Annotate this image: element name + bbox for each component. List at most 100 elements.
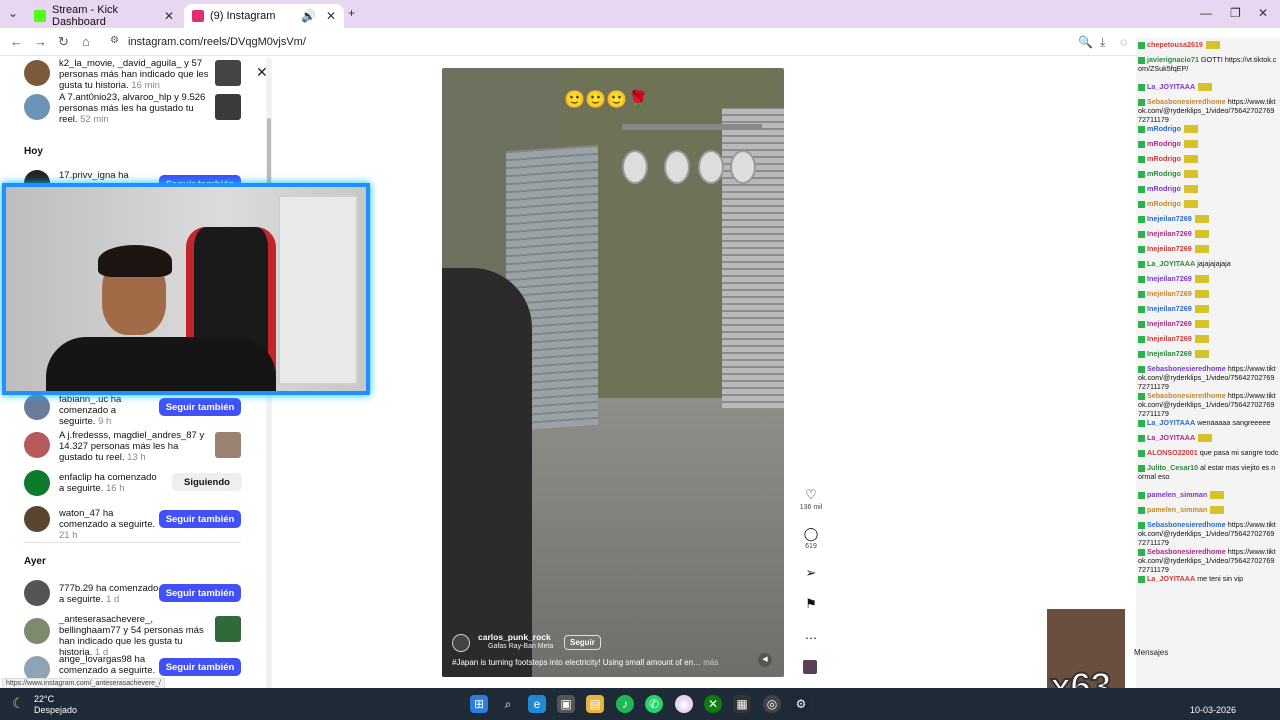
chat-username[interactable]: Julito_Cesar10 [1147, 463, 1198, 472]
mute-icon[interactable]: ◀ [758, 653, 772, 667]
close-tab-icon[interactable]: ✕ [164, 9, 174, 23]
following-button[interactable]: Siguiendo [172, 473, 242, 491]
chat-username[interactable]: Inejeilan7269 [1147, 214, 1192, 223]
reload-icon[interactable]: ↻ [58, 34, 69, 50]
tab-search-icon[interactable]: ⌄ [8, 6, 18, 20]
capture-icon[interactable]: ▦ [733, 695, 751, 713]
scrollbar-thumb[interactable] [267, 118, 271, 188]
list-item[interactable]: k2_la_movie, _david_aguila_ y 57 persona… [24, 58, 244, 91]
thumbnail[interactable] [215, 432, 241, 458]
list-item[interactable]: waton_47 ha comenzado a seguirte. 21 h S… [24, 506, 244, 541]
speaker-icon[interactable]: 🔊 [301, 9, 316, 23]
chat-username[interactable]: Sebasbonesieredhome [1147, 364, 1226, 373]
chat-username[interactable]: Inejeilan7269 [1147, 334, 1192, 343]
folder-icon[interactable]: ▤ [586, 695, 604, 713]
thumbnail[interactable] [215, 94, 241, 120]
comment-icon[interactable]: ◯ [798, 527, 824, 541]
chat-username[interactable]: mRodrigo [1147, 124, 1181, 133]
back-icon[interactable]: ← [10, 34, 23, 49]
thumbnail[interactable] [215, 60, 241, 86]
chat-username[interactable]: mRodrigo [1147, 139, 1181, 148]
chat-username[interactable]: La_JOYITAAA [1147, 433, 1195, 442]
chat-username[interactable]: mRodrigo [1147, 199, 1181, 208]
chat-username[interactable]: Sebasbonesieredhome [1147, 547, 1226, 556]
xbox-icon[interactable]: ✕ [704, 695, 722, 713]
follow-back-button[interactable]: Seguir también [159, 510, 241, 528]
chat-username[interactable]: Inejeilan7269 [1147, 319, 1192, 328]
install-icon[interactable]: ⤓ [1100, 35, 1105, 50]
chat-username[interactable]: pamelen_simman [1147, 505, 1207, 514]
reel-caption[interactable]: #Japan is turning footsteps into electri… [452, 658, 718, 667]
search-icon[interactable]: ⌕ [499, 695, 517, 713]
store-icon[interactable]: ▣ [557, 695, 575, 713]
author-avatar[interactable] [452, 634, 470, 652]
chat-username[interactable]: ALONSO22001 [1147, 448, 1198, 457]
new-tab-icon[interactable]: + [348, 6, 355, 20]
list-item[interactable]: 777b.29 ha comenzado a seguirte. 1 d Seg… [24, 580, 244, 608]
weather-temperature[interactable]: 22°C [34, 694, 54, 704]
chat-username[interactable]: La_JOYITAAA [1147, 82, 1195, 91]
zoom-icon[interactable]: 🔍 [1078, 35, 1093, 49]
follow-back-button[interactable]: Seguir también [159, 658, 241, 676]
chat-username[interactable]: mRodrigo [1147, 184, 1181, 193]
chat-username[interactable]: Inejeilan7269 [1147, 274, 1192, 283]
chat-username[interactable]: Inejeilan7269 [1147, 304, 1192, 313]
heart-icon[interactable]: ♡ [798, 488, 824, 502]
chat-username[interactable]: Inejeilan7269 [1147, 229, 1192, 238]
chat-username[interactable]: mRodrigo [1147, 154, 1181, 163]
more-icon[interactable]: … [798, 628, 824, 642]
steam-icon[interactable]: ⚙ [792, 695, 810, 713]
comment-action[interactable]: ◯ 619 [798, 527, 824, 551]
share-icon[interactable]: ➢ [798, 566, 824, 580]
close-tab-icon[interactable]: ✕ [326, 9, 336, 23]
windows-start-icon[interactable]: ⊞ [470, 695, 488, 713]
like-action[interactable]: ♡ 136 mil [798, 488, 824, 512]
author-name[interactable]: carlos_punk_rock [478, 632, 551, 642]
obs-icon[interactable]: ◎ [763, 695, 781, 713]
edge-icon[interactable]: e [528, 695, 546, 713]
chat-username[interactable]: javierignacio71 [1147, 55, 1199, 64]
chat-username[interactable]: mRodrigo [1147, 169, 1181, 178]
list-item[interactable]: _anteserasachevere_, bellinghaam77 y 54 … [24, 614, 244, 658]
list-item[interactable]: fabiann_.uc ha comenzado a seguirte. 9 h… [24, 394, 244, 427]
bookmark-icon[interactable]: ⚑ [798, 597, 824, 611]
chat-username[interactable]: La_JOYITAAA [1147, 574, 1195, 583]
save-action[interactable]: ⚑ [798, 597, 824, 611]
minimize-icon[interactable]: — [1200, 6, 1212, 20]
audio-label[interactable]: Gafas Ray-Ban Meta [488, 643, 553, 650]
weather-description[interactable]: Despejado [34, 705, 77, 715]
address-bar[interactable]: ⚙ instagram.com/reels/DVqgM0vjsVm/ [104, 31, 1134, 53]
chat-username[interactable]: Sebasbonesieredhome [1147, 391, 1226, 400]
list-item[interactable]: A 7.ant0nio23, alvaroo_hlp y 9.526 perso… [24, 92, 244, 126]
chat-username[interactable]: Sebasbonesieredhome [1147, 520, 1226, 529]
follow-back-button[interactable]: Seguir también [159, 584, 241, 602]
maximize-icon[interactable]: ❐ [1230, 6, 1241, 20]
share-action[interactable]: ➢ [798, 566, 824, 580]
chat-username[interactable]: Sebasbonesieredhome [1147, 97, 1226, 106]
whatsapp-icon[interactable]: ✆ [645, 695, 663, 713]
reel-video[interactable]: 🙂🙂🙂🌹 carlos_punk_rock Gafas Ray-Ban Meta… [442, 68, 784, 677]
close-window-icon[interactable]: ✕ [1258, 6, 1268, 20]
tab-kick-dashboard[interactable]: Stream - Kick Dashboard ✕ [26, 4, 182, 28]
list-item[interactable]: A j.fredesss, magdiel_andres_87 y 14.327… [24, 430, 244, 464]
thumbnail[interactable] [215, 616, 241, 642]
chat-username[interactable]: Inejeilan7269 [1147, 289, 1192, 298]
spotify-icon[interactable]: ♪ [616, 695, 634, 713]
chat-username[interactable]: chepetousa2619 [1147, 40, 1203, 49]
follow-back-button[interactable]: Seguir también [159, 398, 241, 416]
clock-date[interactable]: 10-03-2026 [1190, 705, 1236, 715]
chat-username[interactable]: La_JOYITAAA [1147, 259, 1195, 268]
chat-username[interactable]: La_JOYITAAA [1147, 418, 1195, 427]
home-icon[interactable]: ⌂ [82, 34, 90, 49]
chat-username[interactable]: pamelen_simman [1147, 490, 1207, 499]
eye-off-icon[interactable]: ◌ [1120, 35, 1127, 49]
chat-username[interactable]: Inejeilan7269 [1147, 349, 1192, 358]
site-info-icon[interactable]: ⚙ [110, 35, 119, 46]
tab-instagram[interactable]: (9) Instagram 🔊 ✕ [184, 4, 344, 28]
audio-thumbnail[interactable] [803, 660, 817, 674]
more-action[interactable]: … [798, 628, 824, 642]
forward-icon[interactable]: → [34, 34, 47, 49]
chat-username[interactable]: Inejeilan7269 [1147, 244, 1192, 253]
follow-button[interactable]: Seguir [564, 635, 601, 650]
chrome-icon[interactable]: ◉ [675, 695, 693, 713]
